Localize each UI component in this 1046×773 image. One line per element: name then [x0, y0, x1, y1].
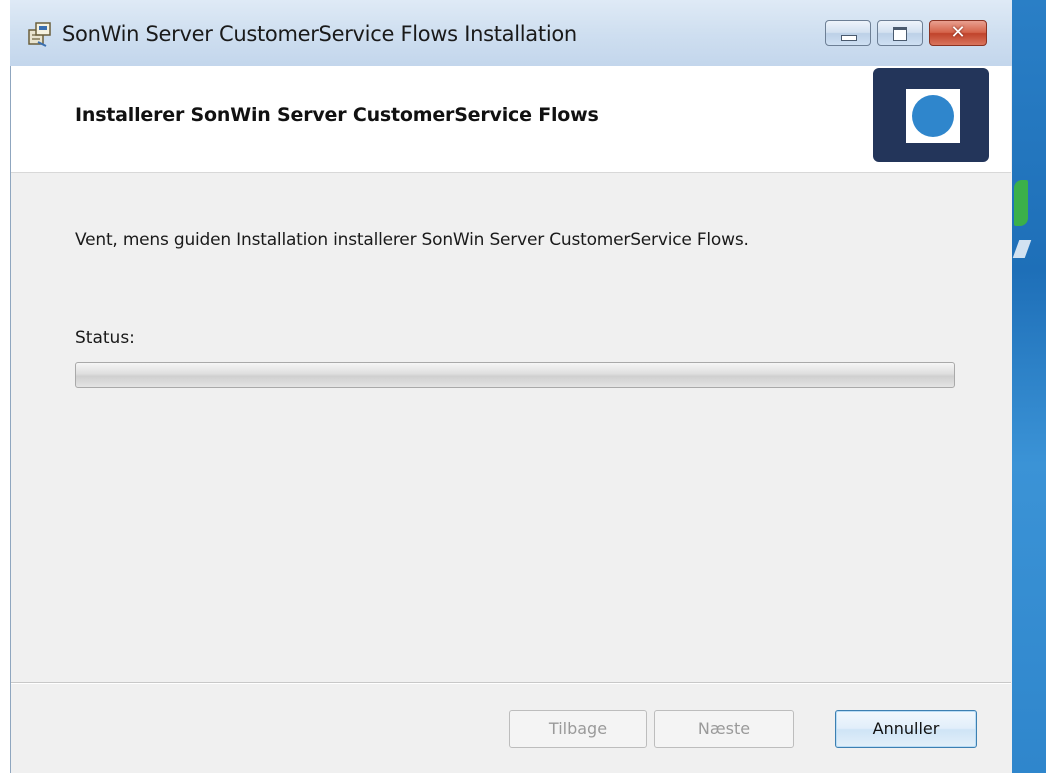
minimize-button[interactable] [825, 20, 871, 46]
maximize-icon [893, 27, 907, 41]
desktop-wallpaper-glint [1012, 240, 1032, 258]
status-label: Status: [75, 328, 135, 348]
banner-title: Installerer SonWin Server CustomerServic… [75, 104, 599, 126]
next-button[interactable]: Næste [654, 710, 794, 748]
header-banner: Installerer SonWin Server CustomerServic… [11, 66, 1011, 173]
wait-message: Vent, mens guiden Installation installer… [75, 230, 749, 250]
logo-dot [912, 95, 954, 137]
back-button[interactable]: Tilbage [509, 710, 647, 748]
maximize-button[interactable] [877, 20, 923, 46]
window-controls: ✕ [825, 20, 987, 46]
product-logo [873, 68, 989, 162]
window-title: SonWin Server CustomerService Flows Inst… [62, 22, 577, 46]
installer-window: SonWin Server CustomerService Flows Inst… [10, 0, 1012, 773]
cancel-button[interactable]: Annuller [835, 710, 977, 748]
desktop-wallpaper-leaf [1014, 180, 1028, 226]
footer-divider [11, 682, 1011, 684]
minimize-icon [841, 35, 857, 41]
title-bar[interactable]: SonWin Server CustomerService Flows Inst… [10, 0, 1012, 66]
dialog-client-area: Installerer SonWin Server CustomerServic… [10, 66, 1012, 773]
install-progress-bar [75, 362, 955, 388]
close-button[interactable]: ✕ [929, 20, 987, 46]
logo-square [906, 89, 960, 143]
installer-app-icon [28, 22, 51, 47]
close-icon: ✕ [950, 22, 966, 43]
desktop-background [1012, 0, 1046, 773]
